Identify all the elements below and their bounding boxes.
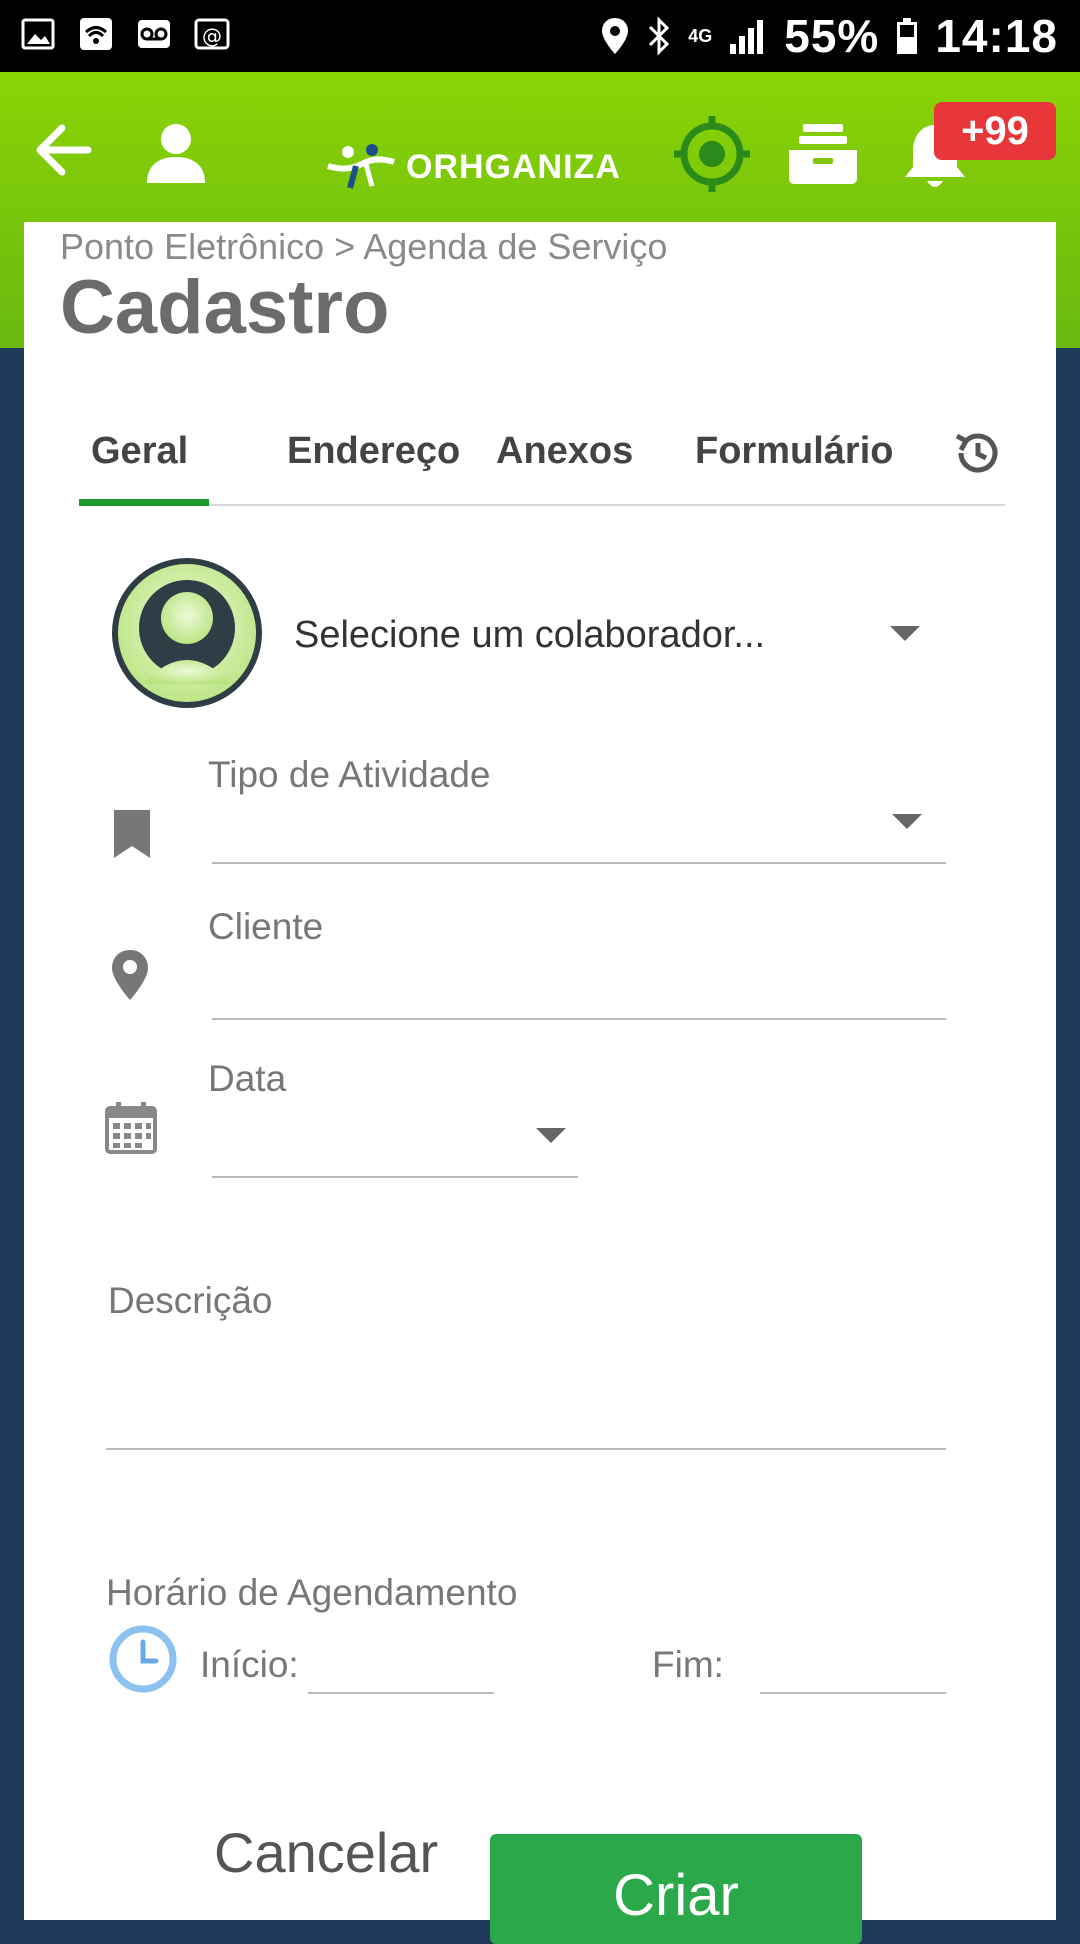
descricao-field[interactable] xyxy=(106,1448,946,1450)
tipo-atividade-dropdown-caret[interactable] xyxy=(892,814,922,829)
fim-field[interactable] xyxy=(760,1692,946,1694)
form-card: Ponto Eletrônico > Agenda de Serviço Cad… xyxy=(24,222,1056,1944)
status-bar: @ 4G 55% 14:18 xyxy=(0,0,1080,72)
back-button[interactable] xyxy=(26,114,98,186)
profile-button[interactable] xyxy=(138,114,214,190)
target-icon xyxy=(674,116,750,192)
tab-geral[interactable]: Geral xyxy=(91,430,188,473)
create-button[interactable]: Criar xyxy=(490,1834,862,1944)
user-icon xyxy=(147,124,205,183)
clock-icon xyxy=(109,1625,177,1693)
cliente-field[interactable] xyxy=(212,1018,946,1020)
collaborator-select[interactable]: Selecione um colaborador... xyxy=(294,614,765,657)
collaborator-dropdown-caret[interactable] xyxy=(890,626,920,641)
inicio-label: Início: xyxy=(200,1644,299,1685)
cliente-label: Cliente xyxy=(208,906,324,947)
location-target-button[interactable] xyxy=(670,112,754,196)
inbox-button[interactable] xyxy=(784,114,862,192)
arrow-left-icon xyxy=(36,124,92,176)
battery-percent: 55% xyxy=(784,10,880,62)
bookmark-icon xyxy=(114,810,150,858)
battery-icon xyxy=(897,18,918,54)
wifi-notification-icon xyxy=(80,18,112,50)
signal-icon xyxy=(730,20,764,54)
collaborator-avatar[interactable] xyxy=(110,556,264,710)
data-label: Data xyxy=(208,1058,287,1099)
logo-text: ORHGANIZA xyxy=(406,147,621,186)
tab-endereco[interactable]: Endereço xyxy=(287,430,460,473)
descricao-label: Descrição xyxy=(108,1280,273,1321)
tab-anexos[interactable]: Anexos xyxy=(496,430,633,473)
cancel-button[interactable]: Cancelar xyxy=(214,1820,438,1885)
inicio-field[interactable] xyxy=(308,1692,494,1694)
logo-figure-icon xyxy=(327,144,395,189)
email-notification-icon: @ xyxy=(194,18,230,50)
data-field[interactable] xyxy=(212,1176,578,1178)
inbox-tray-icon xyxy=(789,124,857,184)
network-type: 4G xyxy=(688,26,713,46)
tipo-atividade-field[interactable] xyxy=(212,862,946,864)
clock-time: 14:18 xyxy=(935,10,1058,62)
notification-badge: +99 xyxy=(934,102,1056,160)
active-tab-indicator xyxy=(79,499,209,506)
tipo-atividade-label: Tipo de Atividade xyxy=(208,754,491,795)
bluetooth-icon xyxy=(649,16,670,56)
fim-label: Fim: xyxy=(652,1644,724,1685)
calendar-icon xyxy=(105,1102,157,1154)
map-pin-icon xyxy=(112,950,148,1000)
horario-label: Horário de Agendamento xyxy=(106,1572,518,1613)
tab-formulario[interactable]: Formulário xyxy=(695,430,893,473)
voicemail-icon xyxy=(138,20,170,48)
page-title: Cadastro xyxy=(60,265,390,350)
breadcrumb: Ponto Eletrônico > Agenda de Serviço xyxy=(60,226,668,267)
app-logo: ORHGANIZA xyxy=(326,132,621,202)
image-notification-icon xyxy=(21,18,55,50)
history-icon[interactable] xyxy=(951,426,1005,480)
svg-text:@: @ xyxy=(202,24,222,48)
location-icon xyxy=(602,18,629,54)
data-dropdown-caret[interactable] xyxy=(536,1128,566,1143)
tab-bar: Geral Endereço Anexos Formulário xyxy=(79,422,1005,506)
